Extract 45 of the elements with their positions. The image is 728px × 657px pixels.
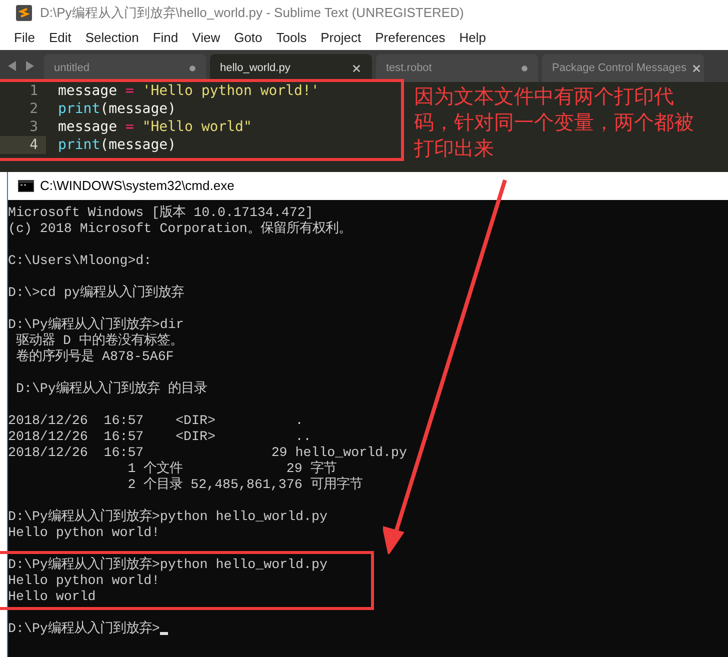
menu-item[interactable]: View — [192, 28, 220, 48]
console-line: (c) 2018 Microsoft Corporation。保留所有权利。 — [8, 221, 352, 237]
console-line: 卷的序列号是 A878-5A6F — [14, 349, 174, 365]
line-number: 2 — [28, 100, 39, 118]
console-line: 2018/12/26 16:57 <DIR> . — [8, 413, 304, 429]
console-line: D:\Py编程从入门到放弃>dir — [8, 317, 184, 332]
console-line: 2 个目录 52,485,861,376 可用字节 — [126, 477, 362, 493]
line-number: 1 — [28, 82, 39, 100]
menu-item[interactable]: Find — [152, 28, 178, 48]
code-line: print(message) — [57, 136, 176, 154]
console-title: C:\WINDOWS\system32\cmd.exe — [40, 177, 234, 196]
menu-item[interactable]: Edit — [48, 28, 72, 48]
line-number: 4 — [0, 136, 46, 154]
menu-item[interactable]: Preferences — [375, 28, 446, 48]
menu-item[interactable]: Goto — [234, 28, 262, 48]
menu-item[interactable]: Project — [320, 28, 362, 48]
code-line: message = "Hello world" — [57, 118, 252, 136]
annotation-text: 因为文本文件中有两个打印代 码，针对同一个变量，两个都被 打印出来 — [414, 85, 694, 162]
console-line: Hello python world! — [8, 525, 160, 541]
menu-item[interactable]: Help — [459, 28, 486, 48]
line-number: 3 — [28, 118, 39, 136]
menu-item[interactable]: Tools — [276, 28, 307, 48]
console-line: Hello world — [8, 589, 96, 605]
console-line: D:\Py编程从入门到放弃>python hello_world.py — [8, 509, 328, 525]
console-line: D:\Py编程从入门到放弃>python hello_world.py — [8, 557, 328, 573]
console-line: 驱动器 D 中的卷没有标签。 — [14, 333, 183, 348]
console-line: Microsoft Windows [版本 10.0.17134.472] — [8, 205, 314, 221]
menu-item[interactable]: Selection — [85, 28, 139, 48]
console-line: C:\Users\Mloong>d: — [8, 253, 152, 269]
code-line: print(message) — [57, 100, 176, 118]
console-line: 1 个文件 29 字节 — [126, 461, 336, 477]
console-icon — [18, 180, 34, 192]
window-title: D:\Py编程从入门到放弃\hello_world.py - Sublime Text (UNREGISTERED) — [40, 4, 464, 22]
app-logo-icon — [16, 5, 32, 21]
close-icon[interactable] — [351, 62, 362, 74]
console-line: Hello python world! — [8, 573, 160, 589]
menu-item[interactable]: File — [14, 28, 35, 48]
console-line: 2018/12/26 16:57 <DIR> .. — [8, 429, 312, 445]
console-line: D:\>cd py编程从入门到放弃 — [8, 285, 184, 301]
close-icon[interactable] — [690, 62, 702, 74]
console-line: D:\Py编程从入门到放弃 的目录 — [14, 381, 207, 397]
console-line: D:\Py编程从入门到放弃> — [8, 621, 160, 637]
console-line: 2018/12/26 16:57 29 hello_world.py — [8, 445, 407, 460]
code-line: message = 'Hello python world!' — [57, 82, 320, 100]
tab-scroll-arrows-icon[interactable] — [8, 61, 34, 71]
